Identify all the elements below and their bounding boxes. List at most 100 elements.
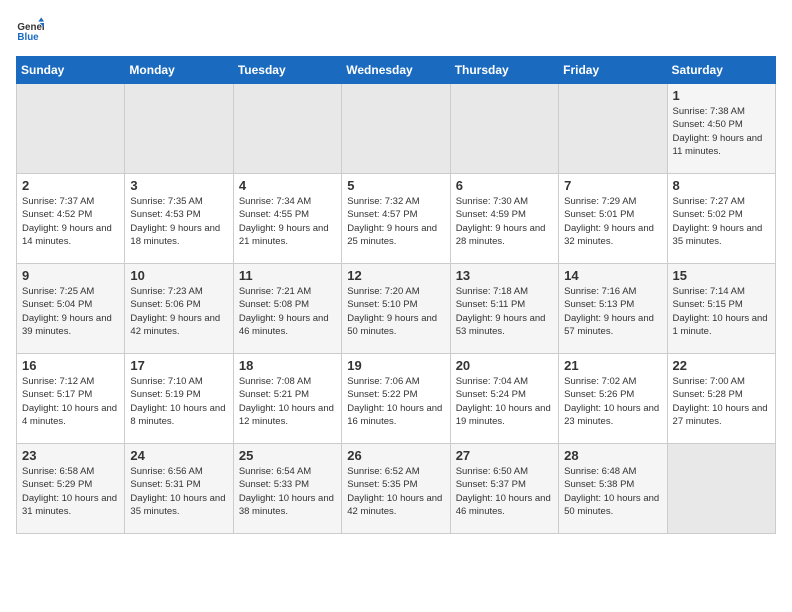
day-header-friday: Friday [559, 57, 667, 84]
calendar-cell [125, 84, 233, 174]
day-info: Sunrise: 7:00 AM Sunset: 5:28 PM Dayligh… [673, 375, 770, 428]
calendar-cell: 8Sunrise: 7:27 AM Sunset: 5:02 PM Daylig… [667, 174, 775, 264]
day-info: Sunrise: 7:37 AM Sunset: 4:52 PM Dayligh… [22, 195, 119, 248]
calendar-cell: 19 Sunrise: 7:06 AM Sunset: 5:22 PM Dayli… [342, 354, 450, 444]
calendar-cell [233, 84, 341, 174]
day-number: 21 [564, 358, 661, 373]
day-number: 4 [239, 178, 336, 193]
calendar-cell [667, 444, 775, 534]
calendar-cell: 20 Sunrise: 7:04 AM Sunset: 5:24 PM Dayli… [450, 354, 558, 444]
calendar-cell: 4 Sunrise: 7:34 AM Sunset: 4:55 PM Daylig… [233, 174, 341, 264]
day-info: Sunrise: 6:58 AM Sunset: 5:29 PM Dayligh… [22, 465, 119, 518]
day-number: 26 [347, 448, 444, 463]
day-info: Sunrise: 7:08 AM Sunset: 5:21 PM Dayligh… [239, 375, 336, 428]
day-number: 28 [564, 448, 661, 463]
calendar-cell: 23Sunrise: 6:58 AM Sunset: 5:29 PM Dayli… [17, 444, 125, 534]
day-info: Sunrise: 7:18 AM Sunset: 5:11 PM Dayligh… [456, 285, 553, 338]
calendar-cell: 1 Sunrise: 7:38 AM Sunset: 4:50 PM Daylig… [667, 84, 775, 174]
logo-icon: General Blue [16, 16, 44, 44]
day-info: Sunrise: 7:35 AM Sunset: 4:53 PM Dayligh… [130, 195, 227, 248]
day-info: Sunrise: 7:02 AM Sunset: 5:26 PM Dayligh… [564, 375, 661, 428]
calendar-cell [559, 84, 667, 174]
day-number: 16 [22, 358, 119, 373]
day-number: 18 [239, 358, 336, 373]
calendar-cell: 7 Sunrise: 7:29 AM Sunset: 5:01 PM Daylig… [559, 174, 667, 264]
calendar-cell: 15 Sunrise: 7:14 AM Sunset: 5:15 PM Dayli… [667, 264, 775, 354]
day-number: 19 [347, 358, 444, 373]
day-info: Sunrise: 6:48 AM Sunset: 5:38 PM Dayligh… [564, 465, 661, 518]
day-number: 10 [130, 268, 227, 283]
day-number: 20 [456, 358, 553, 373]
calendar-cell: 16 Sunrise: 7:12 AM Sunset: 5:17 PM Dayli… [17, 354, 125, 444]
day-info: Sunrise: 6:54 AM Sunset: 5:33 PM Dayligh… [239, 465, 336, 518]
day-number: 15 [673, 268, 770, 283]
day-number: 17 [130, 358, 227, 373]
day-info: Sunrise: 7:20 AM Sunset: 5:10 PM Dayligh… [347, 285, 444, 338]
header-row: SundayMondayTuesdayWednesdayThursdayFrid… [17, 57, 776, 84]
day-info: Sunrise: 7:14 AM Sunset: 5:15 PM Dayligh… [673, 285, 770, 338]
day-info: Sunrise: 7:06 AM Sunset: 5:22 PM Dayligh… [347, 375, 444, 428]
day-info: Sunrise: 7:25 AM Sunset: 5:04 PM Dayligh… [22, 285, 119, 338]
day-number: 9 [22, 268, 119, 283]
calendar-cell: 12 Sunrise: 7:20 AM Sunset: 5:10 PM Dayli… [342, 264, 450, 354]
day-number: 25 [239, 448, 336, 463]
day-info: Sunrise: 6:52 AM Sunset: 5:35 PM Dayligh… [347, 465, 444, 518]
calendar-cell: 21 Sunrise: 7:02 AM Sunset: 5:26 PM Dayli… [559, 354, 667, 444]
calendar-week-4: 16 Sunrise: 7:12 AM Sunset: 5:17 PM Dayli… [17, 354, 776, 444]
calendar-week-1: 1 Sunrise: 7:38 AM Sunset: 4:50 PM Daylig… [17, 84, 776, 174]
day-number: 1 [673, 88, 770, 103]
calendar-cell: 13Sunrise: 7:18 AM Sunset: 5:11 PM Dayli… [450, 264, 558, 354]
day-header-wednesday: Wednesday [342, 57, 450, 84]
day-number: 22 [673, 358, 770, 373]
day-info: Sunrise: 7:12 AM Sunset: 5:17 PM Dayligh… [22, 375, 119, 428]
day-header-sunday: Sunday [17, 57, 125, 84]
day-info: Sunrise: 7:04 AM Sunset: 5:24 PM Dayligh… [456, 375, 553, 428]
calendar-cell: 5 Sunrise: 7:32 AM Sunset: 4:57 PM Daylig… [342, 174, 450, 264]
day-number: 7 [564, 178, 661, 193]
calendar-cell: 27 Sunrise: 6:50 AM Sunset: 5:37 PM Dayli… [450, 444, 558, 534]
day-info: Sunrise: 7:32 AM Sunset: 4:57 PM Dayligh… [347, 195, 444, 248]
day-number: 14 [564, 268, 661, 283]
day-info: Sunrise: 7:16 AM Sunset: 5:13 PM Dayligh… [564, 285, 661, 338]
day-info: Sunrise: 7:34 AM Sunset: 4:55 PM Dayligh… [239, 195, 336, 248]
day-header-saturday: Saturday [667, 57, 775, 84]
day-info: Sunrise: 7:10 AM Sunset: 5:19 PM Dayligh… [130, 375, 227, 428]
calendar-cell: 17 Sunrise: 7:10 AM Sunset: 5:19 PM Dayli… [125, 354, 233, 444]
logo: General Blue [16, 16, 48, 44]
calendar-table: SundayMondayTuesdayWednesdayThursdayFrid… [16, 56, 776, 534]
calendar-cell: 3 Sunrise: 7:35 AM Sunset: 4:53 PM Daylig… [125, 174, 233, 264]
day-number: 24 [130, 448, 227, 463]
calendar-cell: 6 Sunrise: 7:30 AM Sunset: 4:59 PM Daylig… [450, 174, 558, 264]
day-number: 6 [456, 178, 553, 193]
calendar-week-3: 9 Sunrise: 7:25 AM Sunset: 5:04 PM Daylig… [17, 264, 776, 354]
day-number: 11 [239, 268, 336, 283]
calendar-cell: 18 Sunrise: 7:08 AM Sunset: 5:21 PM Dayli… [233, 354, 341, 444]
day-info: Sunrise: 7:29 AM Sunset: 5:01 PM Dayligh… [564, 195, 661, 248]
calendar-cell [17, 84, 125, 174]
day-header-thursday: Thursday [450, 57, 558, 84]
calendar-cell: 11 Sunrise: 7:21 AM Sunset: 5:08 PM Dayli… [233, 264, 341, 354]
calendar-cell: 2 Sunrise: 7:37 AM Sunset: 4:52 PM Daylig… [17, 174, 125, 264]
calendar-cell: 10 Sunrise: 7:23 AM Sunset: 5:06 PM Dayli… [125, 264, 233, 354]
calendar-cell: 22 Sunrise: 7:00 AM Sunset: 5:28 PM Dayli… [667, 354, 775, 444]
calendar-week-5: 23Sunrise: 6:58 AM Sunset: 5:29 PM Dayli… [17, 444, 776, 534]
svg-text:Blue: Blue [17, 32, 39, 43]
calendar-cell: 24Sunrise: 6:56 AM Sunset: 5:31 PM Dayli… [125, 444, 233, 534]
calendar-cell [450, 84, 558, 174]
day-info: Sunrise: 7:23 AM Sunset: 5:06 PM Dayligh… [130, 285, 227, 338]
day-header-tuesday: Tuesday [233, 57, 341, 84]
day-info: Sunrise: 6:50 AM Sunset: 5:37 PM Dayligh… [456, 465, 553, 518]
day-number: 8 [673, 178, 770, 193]
day-number: 3 [130, 178, 227, 193]
calendar-week-2: 2 Sunrise: 7:37 AM Sunset: 4:52 PM Daylig… [17, 174, 776, 264]
day-number: 5 [347, 178, 444, 193]
calendar-cell: 26 Sunrise: 6:52 AM Sunset: 5:35 PM Dayli… [342, 444, 450, 534]
day-number: 27 [456, 448, 553, 463]
day-info: Sunrise: 7:21 AM Sunset: 5:08 PM Dayligh… [239, 285, 336, 338]
day-info: Sunrise: 7:38 AM Sunset: 4:50 PM Dayligh… [673, 105, 770, 158]
day-number: 12 [347, 268, 444, 283]
day-number: 2 [22, 178, 119, 193]
day-header-monday: Monday [125, 57, 233, 84]
day-info: Sunrise: 7:30 AM Sunset: 4:59 PM Dayligh… [456, 195, 553, 248]
calendar-cell: 14 Sunrise: 7:16 AM Sunset: 5:13 PM Dayli… [559, 264, 667, 354]
